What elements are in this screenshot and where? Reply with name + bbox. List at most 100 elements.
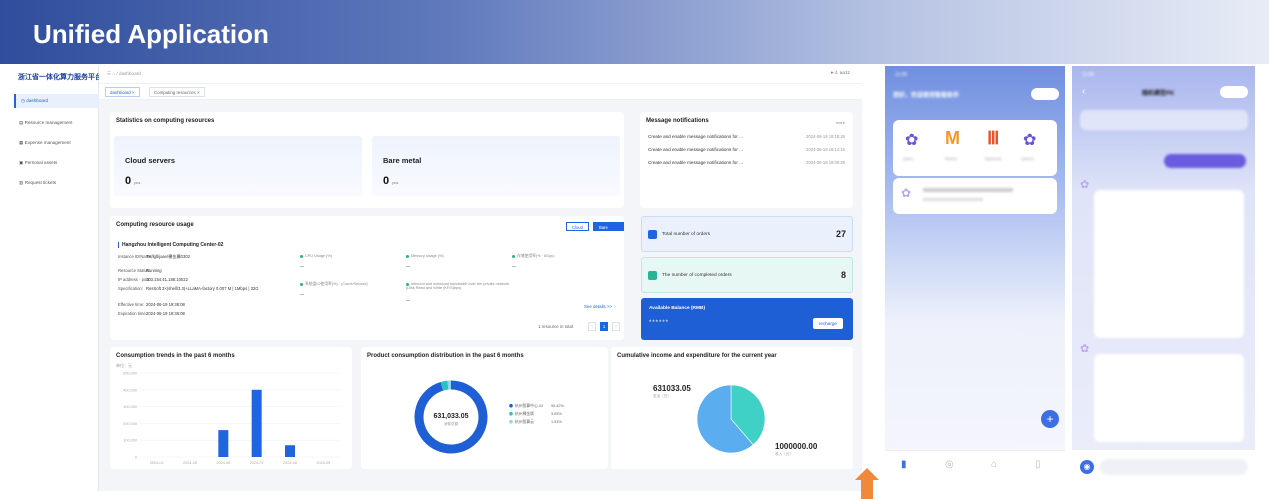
legend-name: 杭州智算云 bbox=[515, 419, 534, 424]
tab-bar: dashboard × Computing resources × bbox=[99, 84, 862, 100]
legend-marker bbox=[509, 411, 513, 416]
x-tick-label: 2024-09 bbox=[316, 461, 330, 465]
voice-icon[interactable]: ◉ bbox=[1080, 460, 1094, 474]
x-tick-label: 2024-08 bbox=[283, 461, 297, 465]
phone-screen-chat: 11:06 ‹ 随机模型PK ✿ ✿ ◉ bbox=[1072, 66, 1255, 491]
mistral-app-icon[interactable]: M bbox=[945, 128, 960, 149]
cloud-toggle[interactable]: Cloud bbox=[566, 222, 589, 231]
qwen-app-icon[interactable]: ✿ bbox=[905, 130, 918, 150]
phone-tab-bar: ▮ ◎ ⌂ ▯ bbox=[885, 450, 1065, 491]
cloud-servers-stat[interactable]: Cloud servers 0 pcs bbox=[114, 136, 362, 196]
page-1-button[interactable]: 1 bbox=[600, 322, 608, 331]
bar bbox=[251, 389, 262, 457]
message-item[interactable]: Create and enable message notifications … bbox=[648, 160, 743, 165]
messages-title: Message notifications bbox=[646, 118, 709, 124]
completed-orders-card[interactable]: The number of completed orders 8 bbox=[641, 257, 853, 293]
next-page-button[interactable]: › bbox=[612, 322, 620, 331]
metric-label: 系统盘IO使用率(%) · (Count/Second) bbox=[300, 282, 368, 287]
stats-card: Statistics on computing resources Cloud … bbox=[110, 112, 624, 208]
sidebar-item-assets[interactable]: ▣ Personal assets bbox=[14, 156, 99, 170]
orders-card[interactable]: Total number of orders 27 bbox=[641, 216, 853, 252]
qwen2-app-icon[interactable]: ✿ bbox=[1023, 130, 1036, 150]
bot-reply-bubble-2 bbox=[1094, 354, 1244, 442]
center-name: Hangzhou Intelligent Computing Center-02 bbox=[118, 242, 223, 248]
expense-value: 631033.05 bbox=[653, 384, 691, 393]
prev-page-button[interactable]: ‹ bbox=[588, 322, 596, 331]
messages-more-link[interactable]: more bbox=[836, 120, 845, 125]
balance-value: ****** bbox=[649, 320, 670, 326]
see-details-link[interactable]: See details >> bbox=[584, 304, 612, 309]
user-menu[interactable]: ♦ ♙ aa12 bbox=[831, 70, 850, 76]
trends-title: Consumption trends in the past 6 months bbox=[116, 353, 235, 359]
y-axis-unit: 单位：元 bbox=[116, 362, 132, 368]
phone2-status-time: 11:06 bbox=[1082, 72, 1095, 78]
sidebar-item-dashboard[interactable]: ◷ dashboard bbox=[14, 94, 99, 108]
recharge-button[interactable]: recharge bbox=[812, 318, 843, 329]
home-tab-icon[interactable]: ▮ bbox=[901, 459, 907, 470]
metric-label: 存储使用率(% · 8Gpu) bbox=[512, 254, 555, 259]
message-item[interactable]: Create and enable message notifications … bbox=[648, 147, 743, 152]
tab-computing-resources[interactable]: Computing resources × bbox=[149, 87, 205, 97]
x-tick-label: 2024-05 bbox=[183, 461, 197, 465]
donut-center-label: 消费总额 bbox=[444, 421, 459, 426]
legend-percent: 95.42% bbox=[551, 404, 565, 408]
phone2-capsule-button[interactable] bbox=[1220, 86, 1248, 98]
chat-input[interactable] bbox=[1100, 459, 1248, 475]
legend-name: 杭州智算中心-02 bbox=[515, 403, 543, 408]
topbar: ☰ ⌂ / dashboard ♦ ♙ aa12 bbox=[99, 66, 862, 84]
instance-field: Instance ID/Name:TH/lglhjaav/裸金属0302 bbox=[118, 254, 190, 259]
y-tick-label: 300,000 bbox=[123, 405, 137, 409]
user-icon: ♙ bbox=[834, 70, 839, 75]
baichuan-app-icon[interactable]: Ⅲ bbox=[987, 128, 999, 149]
phone-capsule-button[interactable] bbox=[1031, 88, 1059, 100]
x-tick-label: 2024-07 bbox=[250, 461, 264, 465]
y-tick-label: 400,000 bbox=[123, 388, 137, 392]
trends-bar-chart: 单位：元 0 100,000 200,000 300,000 400,000 500,000… bbox=[116, 362, 340, 465]
legend-marker bbox=[509, 419, 513, 424]
legend-percent: 1.53% bbox=[551, 420, 562, 424]
orders-icon bbox=[648, 230, 657, 239]
app-label: Qwen2 bbox=[1021, 156, 1034, 161]
messages-card: Message notifications more Create and en… bbox=[640, 112, 853, 208]
back-icon[interactable]: ‹ bbox=[1082, 86, 1085, 97]
cloud-servers-label: Cloud servers bbox=[125, 156, 176, 165]
phone-add-button[interactable]: + bbox=[1041, 410, 1059, 428]
income-label: 收入（元） bbox=[775, 451, 793, 456]
bot-avatar-icon-2: ✿ bbox=[1080, 343, 1090, 355]
sidebar-item-resource[interactable]: ▤ Resource management bbox=[14, 116, 99, 130]
orders-value: 27 bbox=[835, 229, 846, 239]
y-tick-label: 500,000 bbox=[123, 372, 137, 376]
app-label: Baichuan bbox=[985, 156, 1002, 161]
message-item[interactable]: Create and enable message notifications … bbox=[648, 134, 743, 139]
phone2-input-bar: ◉ bbox=[1072, 450, 1255, 491]
usage-title: Computing resource usage bbox=[116, 222, 194, 228]
explore-tab-icon[interactable]: ◎ bbox=[945, 459, 954, 470]
orders-label: Total number of orders bbox=[662, 232, 710, 237]
profile-tab-icon[interactable]: ▯ bbox=[1035, 459, 1041, 470]
completed-icon bbox=[648, 271, 657, 280]
bare-metal-toggle[interactable]: Bare metal bbox=[593, 222, 624, 239]
bar bbox=[218, 430, 229, 457]
phone-greeting: 您好，欢迎使用智能助手 bbox=[893, 93, 960, 99]
sidebar-item-expense[interactable]: ▦ Expense management bbox=[14, 136, 99, 150]
metric-label: Memory Usage (%) bbox=[406, 254, 444, 258]
spec-field: Specification: ResSoft 3×(shell/3.3)+LLaM… bbox=[118, 286, 259, 291]
app-label: Mistral bbox=[945, 156, 957, 161]
sidebar: 浙江省一体化算力服务平台 ◷ dashboard ▤ Resource mana… bbox=[14, 66, 102, 491]
phone-screen-home: 11:06 您好，欢迎使用智能助手 ✿ M Ⅲ ✿ Qwen Mistral B… bbox=[885, 66, 1065, 491]
banner: Unified Application bbox=[0, 0, 1269, 64]
community-tab-icon[interactable]: ⌂ bbox=[991, 459, 997, 470]
bell-icon[interactable]: ♦ bbox=[831, 70, 833, 75]
pager-text: 1 resource in total bbox=[538, 324, 573, 329]
y-tick-label: 100,000 bbox=[123, 439, 137, 443]
completed-value: 8 bbox=[840, 270, 846, 280]
cumulative-title: Cumulative income and expenditure for th… bbox=[617, 353, 777, 359]
bot-avatar-icon: ✿ bbox=[1080, 179, 1090, 191]
bare-metal-stat[interactable]: Bare metal 0 pcs bbox=[372, 136, 620, 196]
phone-app-grid: ✿ M Ⅲ ✿ Qwen Mistral Baichuan Qwen2 bbox=[893, 120, 1057, 176]
tab-dashboard[interactable]: dashboard × bbox=[105, 87, 140, 97]
bar bbox=[285, 445, 295, 457]
phone-recent-chat[interactable]: ✿ bbox=[893, 178, 1057, 214]
sidebar-item-tickets[interactable]: ▥ Request tickets bbox=[14, 176, 99, 190]
stats-title: Statistics on computing resources bbox=[116, 118, 215, 124]
